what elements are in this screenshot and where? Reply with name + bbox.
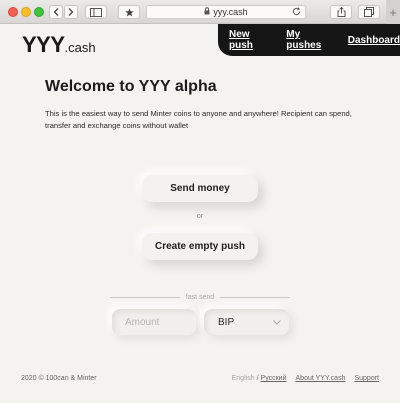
url-text: yyy.cash <box>213 7 248 17</box>
about-link[interactable]: About YYY.cash <box>296 375 346 382</box>
share-icon <box>337 7 345 17</box>
nav-my-pushes[interactable]: My pushes <box>286 29 334 51</box>
page-description: This is the easiest way to send Minter c… <box>45 109 352 130</box>
forward-button[interactable] <box>64 5 78 19</box>
footer-copyright: 2020 © 100can & Minter <box>21 375 97 382</box>
fast-send-divider: fast send <box>110 292 291 302</box>
minimize-window-button[interactable] <box>21 7 31 17</box>
language-switcher: English / Русский <box>232 375 287 382</box>
send-money-button[interactable]: Send money <box>142 175 258 202</box>
divider-line-left <box>110 296 180 298</box>
new-tab-button[interactable]: + <box>386 0 400 24</box>
or-separator: or <box>196 213 204 220</box>
sidebar-icon <box>90 7 102 17</box>
logo-suffix-text: .cash <box>64 40 96 55</box>
support-link[interactable]: Support <box>354 375 379 382</box>
star-icon <box>124 7 134 16</box>
tabs-icon <box>364 7 374 17</box>
fast-send-label: fast send <box>185 293 215 301</box>
lang-separator: / <box>256 375 259 382</box>
lang-english: English <box>231 375 255 382</box>
close-window-button[interactable] <box>8 7 18 17</box>
lock-icon <box>204 7 210 17</box>
page-title: Welcome to YYY alpha <box>45 78 217 95</box>
site-logo[interactable]: YYY.cash <box>22 32 96 58</box>
zoom-window-button[interactable] <box>34 7 44 17</box>
browser-toolbar: yyy.cash + <box>0 0 400 24</box>
chevron-down-icon <box>273 317 281 327</box>
nav-new-push[interactable]: New push <box>229 29 273 51</box>
plus-icon: + <box>389 4 397 20</box>
share-button[interactable] <box>330 5 352 19</box>
coin-select[interactable]: BIP <box>204 309 289 335</box>
chevron-left-icon <box>53 8 59 16</box>
back-button[interactable] <box>49 5 63 19</box>
tabs-overview-button[interactable] <box>358 5 380 19</box>
logo-main-text: YYY <box>22 32 65 57</box>
lang-russian-link[interactable]: Русский <box>261 375 287 382</box>
chevron-right-icon <box>68 8 74 16</box>
divider-line-right <box>220 296 291 298</box>
top-nav: New push My pushes Dashboard <box>218 24 400 56</box>
sidebar-toggle-button[interactable] <box>85 5 107 19</box>
create-empty-push-button[interactable]: Create empty push <box>142 233 258 260</box>
nav-dashboard[interactable]: Dashboard <box>348 35 400 46</box>
page: YYY.cash New push My pushes Dashboard We… <box>0 24 400 403</box>
address-bar[interactable]: yyy.cash <box>146 5 306 19</box>
amount-input[interactable] <box>112 309 196 335</box>
footer-links: English / Русский About YYY.cash Support <box>232 375 379 382</box>
coin-select-value: BIP <box>218 316 235 328</box>
favorites-button[interactable] <box>118 5 140 19</box>
reload-icon[interactable] <box>292 7 301 18</box>
